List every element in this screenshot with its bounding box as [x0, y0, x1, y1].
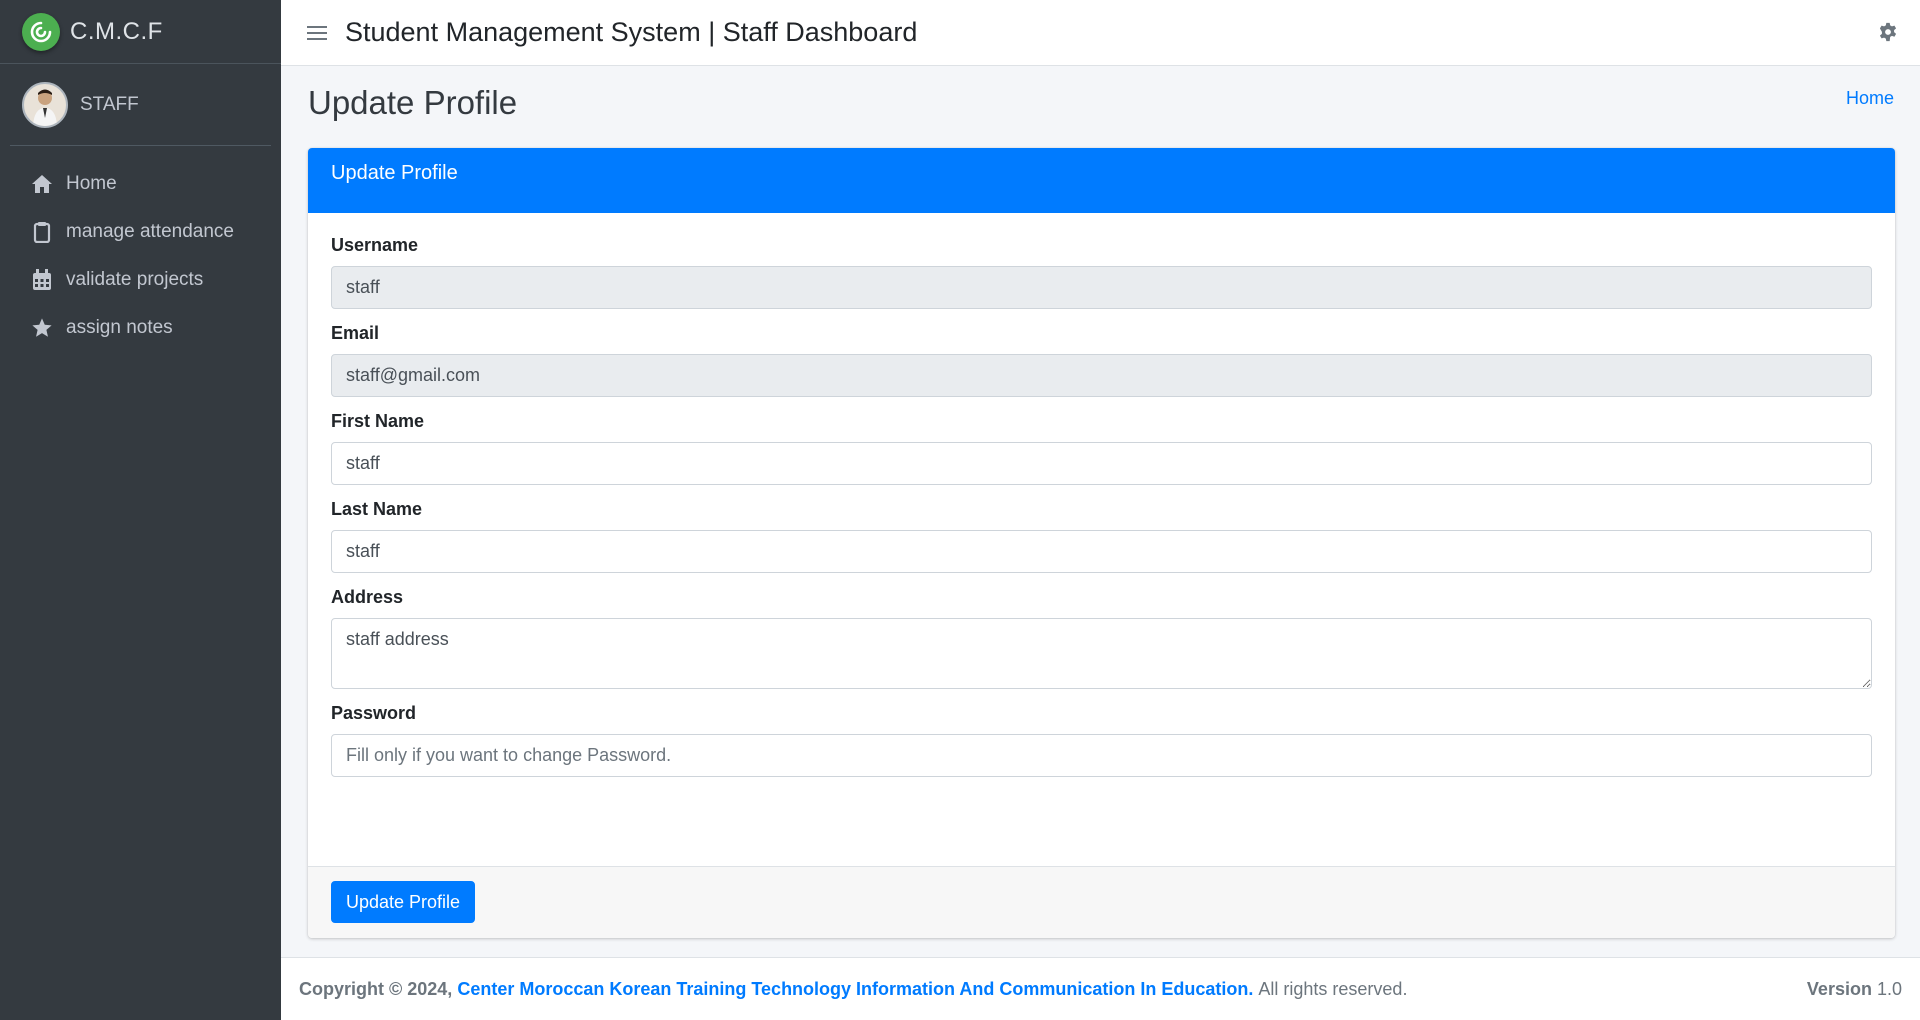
avatar: [22, 81, 68, 128]
sidebar-item-home[interactable]: Home: [10, 160, 271, 208]
user-name: STAFF: [80, 93, 139, 115]
sidebar-item-manage-attendance[interactable]: manage attendance: [10, 208, 271, 256]
address-label: Address: [331, 587, 404, 607]
update-profile-button[interactable]: Update Profile: [331, 881, 476, 923]
calendar-icon: [30, 268, 54, 292]
email-label: Email: [331, 323, 380, 343]
sidebar-item-label: assign notes: [66, 317, 173, 338]
rights-text: All rights reserved.: [1258, 978, 1408, 999]
star-icon: [30, 316, 54, 340]
card-title: Update Profile: [308, 148, 1895, 213]
email-field[interactable]: [331, 354, 1872, 397]
sidebar-item-validate-projects[interactable]: validate projects: [10, 256, 271, 304]
last-name-field[interactable]: [331, 530, 1872, 573]
copyright-text: Copyright © 2024,: [299, 978, 453, 999]
sidebar-item-label: manage attendance: [66, 221, 234, 242]
first-name-label: First Name: [331, 411, 425, 431]
version-label: Version: [1806, 978, 1872, 999]
top-navbar: Student Management System | Staff Dashbo…: [281, 0, 1920, 66]
password-field[interactable]: [331, 734, 1872, 777]
page-title: Update Profile: [308, 84, 518, 121]
home-icon: [30, 172, 54, 196]
clipboard-icon: [30, 220, 54, 244]
username-field[interactable]: [331, 266, 1872, 309]
menu-toggle-icon[interactable]: [307, 24, 327, 42]
version-info: Version 1.0: [1807, 979, 1902, 1000]
username-label: Username: [331, 235, 419, 255]
last-name-label: Last Name: [331, 499, 423, 519]
version-value: 1.0: [1876, 978, 1902, 999]
update-profile-card: Update Profile Username Email First Name…: [308, 148, 1895, 938]
user-panel[interactable]: STAFF: [10, 64, 271, 146]
password-label: Password: [331, 703, 417, 723]
brand-name: C.M.C.F: [70, 17, 163, 45]
brand-link[interactable]: C.M.C.F: [0, 0, 281, 64]
sidebar: C.M.C.F STAFF Home manage attendance val…: [0, 0, 281, 1020]
organization-link[interactable]: Center Moroccan Korean Training Technolo…: [457, 979, 1253, 1000]
address-field[interactable]: staff address: [331, 618, 1872, 689]
header-title: Student Management System | Staff Dashbo…: [345, 17, 918, 47]
brand-logo-icon: [22, 12, 60, 51]
breadcrumb-home-link[interactable]: Home: [1846, 88, 1894, 109]
sidebar-item-assign-notes[interactable]: assign notes: [10, 304, 271, 352]
card-footer: Update Profile: [308, 866, 1895, 938]
first-name-field[interactable]: [331, 442, 1872, 485]
gear-icon[interactable]: [1878, 22, 1898, 42]
page-footer: Copyright © 2024, Center Moroccan Korean…: [281, 957, 1920, 1020]
sidebar-item-label: Home: [66, 173, 117, 194]
profile-form: Username Email First Name Last Name Addr…: [308, 213, 1895, 777]
sidebar-item-label: validate projects: [66, 269, 204, 290]
sidebar-nav: Home manage attendance validate projects…: [0, 160, 281, 352]
